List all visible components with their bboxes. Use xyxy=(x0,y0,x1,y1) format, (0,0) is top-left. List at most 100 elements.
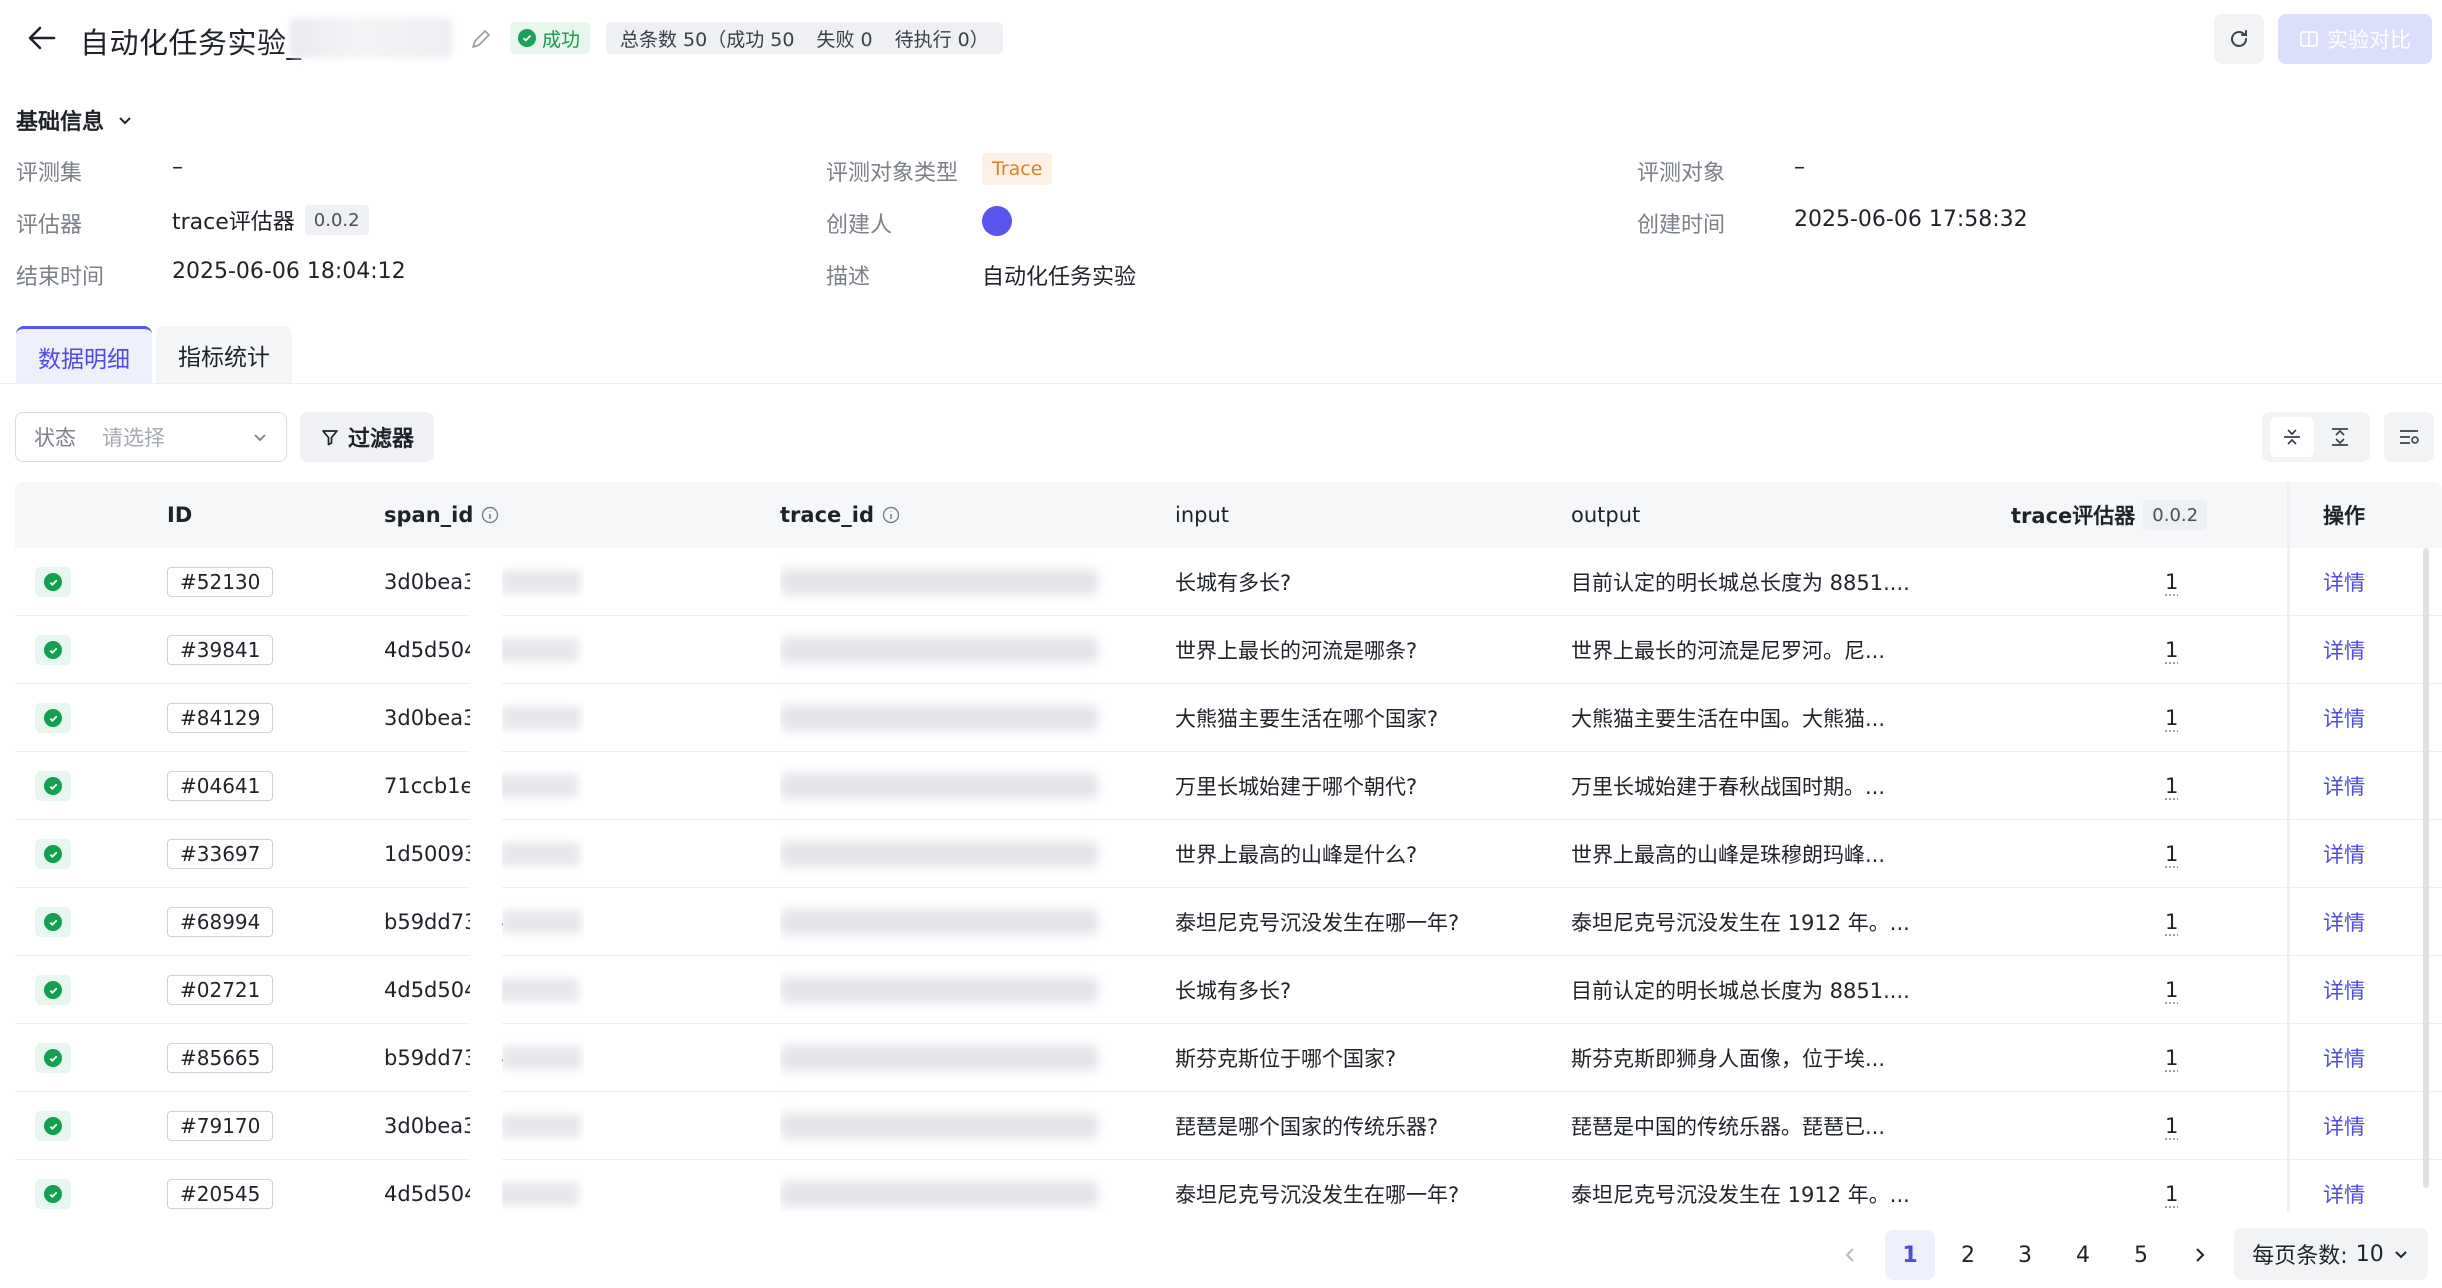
expanded-view-button[interactable] xyxy=(2318,417,2362,457)
row-id[interactable]: #68994 xyxy=(167,907,274,937)
check-circle-icon xyxy=(44,573,62,591)
table-row[interactable]: #79170 3d0bea3a5 琵琶是哪个国家的传统乐器? 琵琶是中国的传统乐器。琵… xyxy=(15,1092,2442,1160)
row-id[interactable]: #02721 xyxy=(167,975,274,1005)
table-row[interactable]: #33697 1d50093ac 世界上最高的山峰是什么? 世界上最高的山峰是珠穆朗玛… xyxy=(15,820,2442,888)
row-id[interactable]: #79170 xyxy=(167,1111,274,1141)
row-detail-link[interactable]: 详情 xyxy=(2323,907,2365,937)
table-row[interactable]: #68994 b59dd7354 泰坦尼克号沉没发生在哪一年? 泰坦尼克号沉没发生在 … xyxy=(15,888,2442,956)
table-row[interactable]: #04641 71ccb1e92 万里长城始建于哪个朝代? 万里长城始建于春秋战国时期… xyxy=(15,752,2442,820)
row-id[interactable]: #04641 xyxy=(167,771,274,801)
check-circle-icon xyxy=(44,1049,62,1067)
row-trace-id-cell xyxy=(780,752,1120,820)
page-1-button[interactable]: 1 xyxy=(1885,1230,1935,1280)
compare-label: 实验对比 xyxy=(2327,28,2411,52)
compact-view-button[interactable] xyxy=(2270,417,2314,457)
row-score[interactable]: 1 xyxy=(2165,1182,2205,1206)
tab-data-detail[interactable]: 数据明细 xyxy=(16,326,152,384)
tabs-divider xyxy=(0,383,2442,384)
page-size-select[interactable]: 每页条数: 10 xyxy=(2234,1228,2428,1280)
row-id[interactable]: #20545 xyxy=(167,1179,274,1209)
filter-button-label: 过滤器 xyxy=(347,427,414,452)
row-score[interactable]: 1 xyxy=(2165,1046,2205,1070)
page-3-button[interactable]: 3 xyxy=(2000,1230,2050,1280)
table-row[interactable]: #20545 4d5d504cc 泰坦尼克号沉没发生在哪一年? 泰坦尼克号沉没发生在 … xyxy=(15,1160,2442,1212)
row-detail-link[interactable]: 详情 xyxy=(2323,1043,2365,1073)
span-id-redacted xyxy=(500,570,581,594)
column-header-evaluator[interactable]: trace评估器 0.0.2 xyxy=(2011,482,2208,548)
row-status-cell xyxy=(35,616,95,684)
row-score[interactable]: 1 xyxy=(2165,910,2205,934)
row-score-cell: 1 xyxy=(2165,888,2205,956)
target-label: 评测对象 xyxy=(1637,161,1726,186)
results-table: ID span_id trace_id input output trace评估… xyxy=(15,482,2442,1212)
row-score[interactable]: 1 xyxy=(2165,978,2205,1002)
column-header-input[interactable]: input xyxy=(1175,482,1229,548)
status-select[interactable]: 状态 请选择 xyxy=(15,412,287,462)
row-trace-id-cell xyxy=(780,684,1120,752)
success-badge xyxy=(35,907,71,937)
row-input: 斯芬克斯位于哪个国家? xyxy=(1175,1047,1397,1071)
info-icon[interactable] xyxy=(882,506,900,524)
row-detail-link[interactable]: 详情 xyxy=(2323,567,2365,597)
prev-page-button[interactable] xyxy=(1826,1230,1876,1280)
basic-info-toggle[interactable]: 基础信息 xyxy=(16,104,134,136)
row-score[interactable]: 1 xyxy=(2165,774,2205,798)
column-settings-button[interactable] xyxy=(2384,412,2434,462)
back-button[interactable] xyxy=(22,18,62,58)
column-header-output[interactable]: output xyxy=(1571,482,1640,548)
trace-id-redacted xyxy=(780,773,1098,799)
row-id-cell: #39841 xyxy=(167,616,347,684)
row-output: 目前认定的明长城总长度为 8851.... xyxy=(1571,571,1910,595)
next-page-button[interactable] xyxy=(2174,1230,2224,1280)
refresh-icon xyxy=(2231,30,2247,47)
table-row[interactable]: #02721 4d5d504cc 长城有多长? 目前认定的明长城总长度为 8851..… xyxy=(15,956,2442,1024)
table-row[interactable]: #39841 4d5d504cc 世界上最长的河流是哪条? 世界上最长的河流是尼罗河。… xyxy=(15,616,2442,684)
row-detail-link[interactable]: 详情 xyxy=(2323,1111,2365,1141)
funnel-icon xyxy=(322,430,338,446)
row-id[interactable]: #33697 xyxy=(167,839,274,869)
page-4-button[interactable]: 4 xyxy=(2058,1230,2108,1280)
trace-id-redacted xyxy=(780,1113,1098,1139)
page-2-button[interactable]: 2 xyxy=(1943,1230,1993,1280)
row-id[interactable]: #84129 xyxy=(167,703,274,733)
column-header-span-id[interactable]: span_id xyxy=(384,482,499,548)
table-row[interactable]: #85665 b59dd7354 斯芬克斯位于哪个国家? 斯芬克斯即狮身人面像，位于埃… xyxy=(15,1024,2442,1092)
column-header-id[interactable]: ID xyxy=(167,482,192,548)
ended-at-label: 结束时间 xyxy=(16,265,105,290)
row-detail-link[interactable]: 详情 xyxy=(2323,839,2365,869)
row-detail-link[interactable]: 详情 xyxy=(2323,975,2365,1005)
row-score[interactable]: 1 xyxy=(2165,842,2205,866)
info-icon[interactable] xyxy=(481,506,499,524)
row-detail-link[interactable]: 详情 xyxy=(2323,703,2365,733)
row-score-cell: 1 xyxy=(2165,548,2205,616)
refresh-button[interactable] xyxy=(2214,14,2264,64)
table-row[interactable]: #84129 3d0bea3a5 大熊猫主要生活在哪个国家? 大熊猫主要生活在中国。大… xyxy=(15,684,2442,752)
row-output: 大熊猫主要生活在中国。大熊猫... xyxy=(1571,707,1886,731)
row-id[interactable]: #52130 xyxy=(167,567,274,597)
row-score[interactable]: 1 xyxy=(2165,706,2205,730)
row-score[interactable]: 1 xyxy=(2165,1114,2205,1138)
row-detail-link[interactable]: 详情 xyxy=(2323,635,2365,665)
tab-bar: 数据明细 指标统计 xyxy=(16,326,292,384)
row-score[interactable]: 1 xyxy=(2165,638,2205,662)
table-row[interactable]: #52130 3d0bea3a5 长城有多长? 目前认定的明长城总长度为 8851..… xyxy=(15,548,2442,616)
span-id-redacted xyxy=(502,910,583,934)
edit-title-button[interactable] xyxy=(468,26,494,52)
row-action-cell: 详情 xyxy=(2323,1092,2403,1160)
span-id-redacted xyxy=(500,1114,581,1138)
row-detail-link[interactable]: 详情 xyxy=(2323,771,2365,801)
column-header-trace-id[interactable]: trace_id xyxy=(780,482,900,548)
row-id[interactable]: #39841 xyxy=(167,635,274,665)
filter-button[interactable]: 过滤器 xyxy=(300,412,434,462)
row-score-cell: 1 xyxy=(2165,956,2205,1024)
row-input: 大熊猫主要生活在哪个国家? xyxy=(1175,707,1439,731)
table-scrollbar[interactable] xyxy=(2423,548,2429,1188)
tab-metrics[interactable]: 指标统计 xyxy=(156,326,292,384)
compare-button[interactable]: 实验对比 xyxy=(2278,14,2432,64)
row-score[interactable]: 1 xyxy=(2165,570,2205,594)
ended-at-value: 2025-06-06 18:04:12 xyxy=(172,259,406,284)
page-5-button[interactable]: 5 xyxy=(2116,1230,2166,1280)
row-detail-link[interactable]: 详情 xyxy=(2323,1179,2365,1209)
row-id-cell: #79170 xyxy=(167,1092,347,1160)
row-id[interactable]: #85665 xyxy=(167,1043,274,1073)
